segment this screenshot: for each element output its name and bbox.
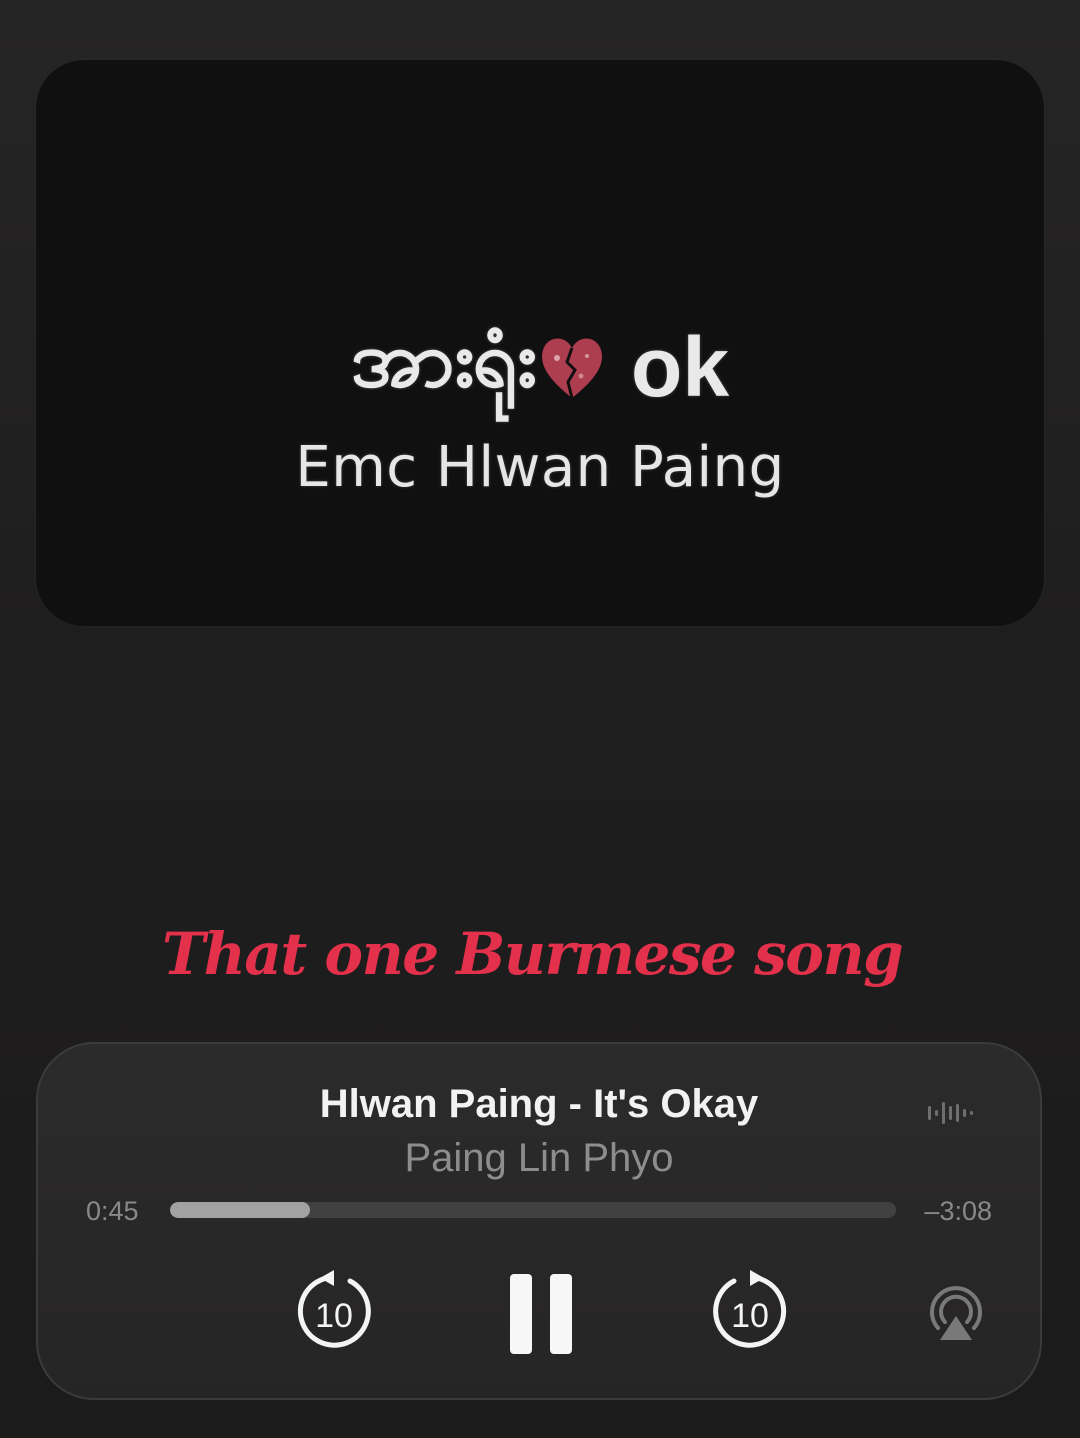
media-player-card: Hlwan Paing - It's Okay Paing Lin Phyo 0… (36, 1042, 1042, 1400)
skip-back-seconds: 10 (315, 1297, 353, 1335)
skip-forward-10-button[interactable]: 10 (710, 1268, 790, 1354)
skip-back-10-button[interactable]: 10 (294, 1268, 374, 1354)
broken-heart-icon (537, 328, 607, 408)
skip-forward-10-icon: 10 (713, 1270, 787, 1348)
airplay-icon (930, 1286, 982, 1340)
progress-scrubber[interactable] (170, 1202, 896, 1218)
pause-icon (510, 1274, 572, 1354)
song-artist[interactable]: Paing Lin Phyo (38, 1136, 1040, 1181)
skip-forward-seconds: 10 (731, 1297, 769, 1335)
waveform-icon[interactable] (926, 1100, 980, 1126)
artwork-title-burmese: အားရုံး (350, 315, 537, 405)
song-title[interactable]: Hlwan Paing - It's Okay (38, 1082, 1040, 1127)
artwork-title: အားရုံး ok (36, 310, 1044, 425)
artwork-title-ok: ok (631, 320, 730, 414)
skip-back-10-icon: 10 (297, 1270, 371, 1348)
now-playing-screen: အားရုံး ok Emc Hlwan Paing That one Burm… (0, 0, 1080, 1438)
pause-button[interactable] (508, 1272, 574, 1356)
airplay-button[interactable] (926, 1286, 986, 1342)
remaining-time: –3:08 (924, 1196, 992, 1226)
artwork-artist: Emc Hlwan Paing (295, 435, 785, 500)
video-caption: That one Burmese song (162, 920, 904, 988)
elapsed-time: 0:45 (86, 1196, 139, 1226)
album-artwork: အားရုံး ok Emc Hlwan Paing (36, 60, 1044, 626)
progress-fill (170, 1202, 311, 1218)
